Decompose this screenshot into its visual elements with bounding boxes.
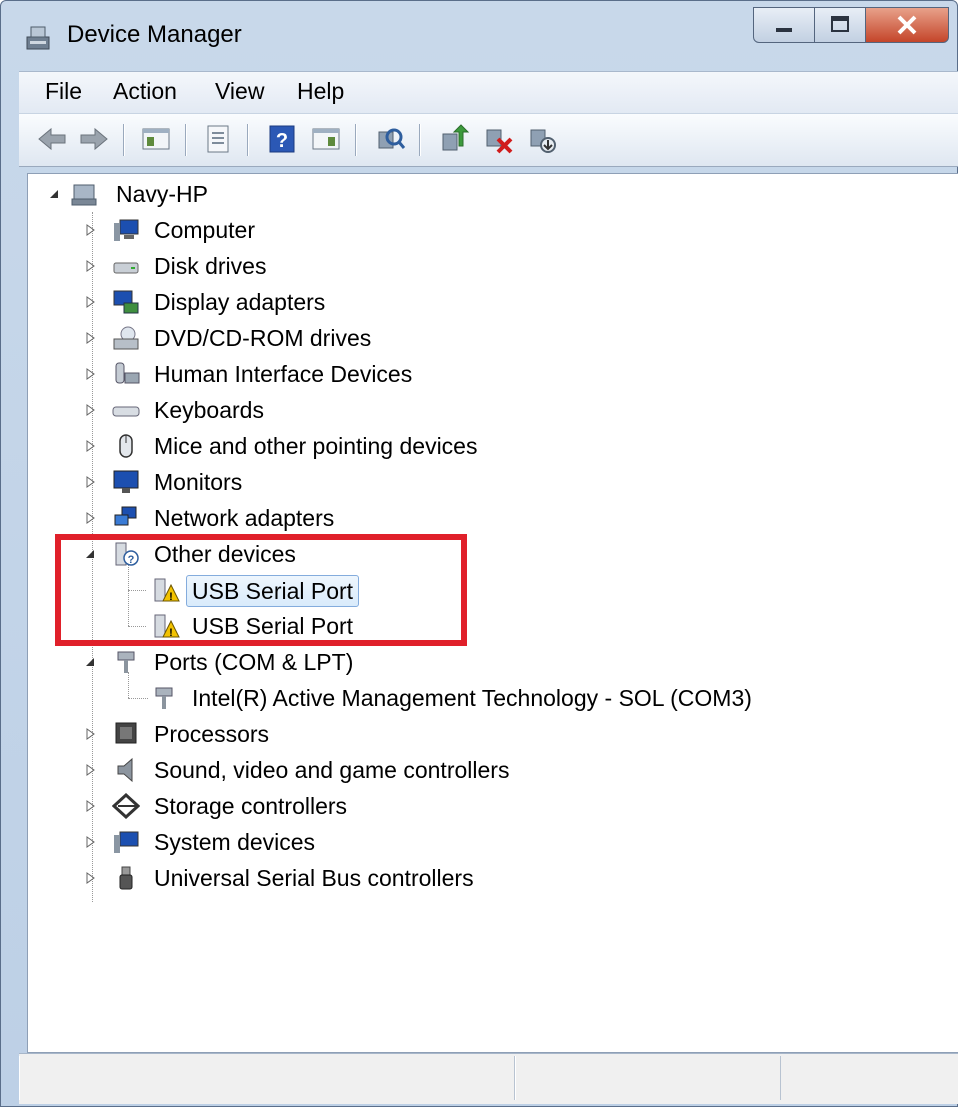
- forward-icon[interactable]: [77, 122, 111, 156]
- tree-label: Ports (COM & LPT): [154, 649, 354, 675]
- tree-label: Display adapters: [154, 289, 326, 315]
- system-device-icon: [114, 831, 139, 853]
- tree-connector-line: [128, 698, 148, 699]
- minimize-icon: [776, 28, 792, 32]
- tree-label: Mice and other pointing devices: [154, 433, 478, 459]
- toolbar: ?: [19, 113, 958, 167]
- toolbar-separator: [419, 124, 421, 156]
- computer-root-icon: [71, 184, 97, 206]
- close-button[interactable]: [865, 7, 949, 43]
- dvd-drive-icon: [113, 326, 139, 350]
- disk-drive-icon: [113, 262, 139, 274]
- collapsed-arrow-icon[interactable]: [84, 368, 96, 380]
- collapsed-arrow-icon[interactable]: [84, 404, 96, 416]
- tree-label: Network adapters: [154, 505, 335, 531]
- maximize-button[interactable]: [814, 7, 866, 43]
- uninstall-icon[interactable]: [481, 122, 515, 156]
- maximize-icon: [831, 16, 849, 32]
- collapsed-arrow-icon[interactable]: [84, 332, 96, 344]
- expanded-arrow-icon[interactable]: [48, 188, 60, 200]
- back-icon[interactable]: [35, 122, 69, 156]
- collapsed-arrow-icon[interactable]: [84, 512, 96, 524]
- update-driver-icon[interactable]: [437, 122, 471, 156]
- toolbar-separator: [247, 124, 249, 156]
- annotation-highlight-box: [55, 534, 467, 646]
- tree-label: Sound, video and game controllers: [154, 757, 510, 783]
- network-adapter-icon: [114, 506, 137, 526]
- close-icon: [897, 15, 917, 35]
- menu-bar: File Action View Help: [19, 71, 958, 114]
- menu-view[interactable]: View: [215, 78, 264, 105]
- tree-label: Intel(R) Active Management Technology - …: [192, 685, 752, 711]
- menu-help[interactable]: Help: [297, 78, 344, 105]
- speaker-icon: [117, 757, 133, 783]
- show-hide-console-tree-icon[interactable]: [139, 122, 173, 156]
- toolbar-separator: [123, 124, 125, 156]
- tree-label: Disk drives: [154, 253, 267, 279]
- svg-text:?: ?: [276, 130, 288, 152]
- collapsed-arrow-icon[interactable]: [84, 728, 96, 740]
- menu-file[interactable]: File: [45, 78, 82, 105]
- tree-label: Processors: [154, 721, 270, 747]
- collapsed-arrow-icon[interactable]: [84, 836, 96, 848]
- window-title: Device Manager: [67, 21, 242, 48]
- mouse-icon: [119, 434, 133, 458]
- collapsed-arrow-icon[interactable]: [84, 440, 96, 452]
- collapsed-arrow-icon[interactable]: [84, 296, 96, 308]
- collapsed-arrow-icon[interactable]: [84, 800, 96, 812]
- tree-label: Monitors: [154, 469, 243, 495]
- scan-hardware-changes-icon[interactable]: [373, 122, 407, 156]
- help-icon[interactable]: ?: [265, 122, 299, 156]
- collapsed-arrow-icon[interactable]: [84, 872, 96, 884]
- hid-icon: [115, 362, 140, 384]
- tree-label: Universal Serial Bus controllers: [154, 865, 474, 891]
- tree-label: Storage controllers: [154, 793, 348, 819]
- tree-label: System devices: [154, 829, 316, 855]
- expanded-arrow-icon[interactable]: [84, 656, 96, 668]
- port-icon: [155, 687, 173, 709]
- toolbar-separator: [355, 124, 357, 156]
- collapsed-arrow-icon[interactable]: [84, 764, 96, 776]
- tree-label-root: Navy-HP: [116, 181, 209, 207]
- keyboard-icon: [112, 406, 140, 417]
- tree-label: DVD/CD-ROM drives: [154, 325, 372, 351]
- tree-label: Computer: [154, 217, 255, 243]
- properties-icon[interactable]: [201, 122, 235, 156]
- collapsed-arrow-icon[interactable]: [84, 224, 96, 236]
- port-icon: [117, 651, 135, 673]
- menu-action[interactable]: Action: [113, 78, 177, 105]
- disable-icon[interactable]: [525, 122, 559, 156]
- usb-icon: [119, 866, 133, 890]
- device-manager-icon: [26, 26, 50, 50]
- title-bar[interactable]: Device Manager: [1, 1, 957, 71]
- collapsed-arrow-icon[interactable]: [84, 260, 96, 272]
- minimize-button[interactable]: [753, 7, 815, 43]
- status-cell: [515, 1056, 781, 1100]
- computer-icon: [114, 219, 139, 241]
- status-cell: [19, 1056, 515, 1100]
- tree-label: Human Interface Devices: [154, 361, 413, 387]
- storage-controller-icon: [112, 793, 140, 819]
- tree-label: Keyboards: [154, 397, 264, 423]
- monitor-icon: [113, 470, 139, 493]
- processor-icon: [115, 722, 137, 744]
- collapsed-arrow-icon[interactable]: [84, 476, 96, 488]
- display-adapter-icon: [113, 290, 139, 314]
- toolbar-separator: [185, 124, 187, 156]
- status-bar: [19, 1053, 958, 1104]
- show-action-pane-icon[interactable]: [309, 122, 343, 156]
- tree-connector-line: [128, 672, 129, 698]
